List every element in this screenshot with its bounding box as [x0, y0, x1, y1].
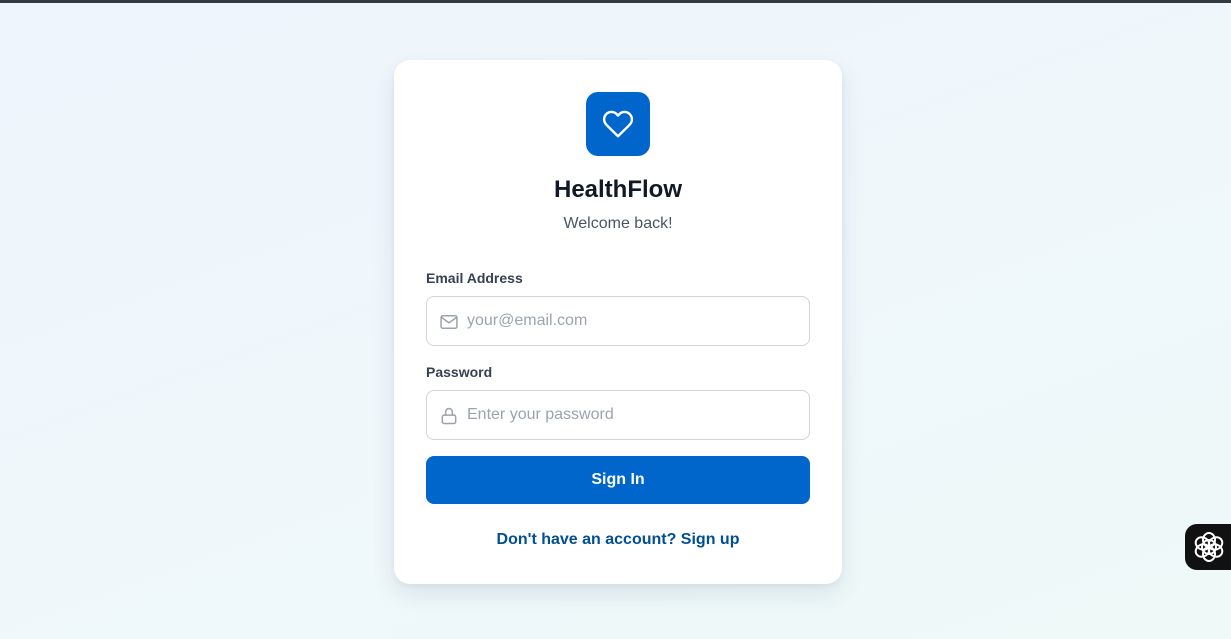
- sign-up-link[interactable]: Don't have an account? Sign up: [394, 531, 842, 549]
- floating-assistant-button[interactable]: [1185, 524, 1231, 570]
- heart-icon: [602, 110, 634, 138]
- assistant-flower-icon: [1194, 532, 1224, 562]
- mail-icon: [440, 315, 458, 329]
- app-logo: [586, 92, 650, 156]
- sign-in-button[interactable]: Sign In: [426, 456, 810, 504]
- email-label: Email Address: [426, 270, 523, 286]
- password-label: Password: [426, 364, 493, 380]
- lock-icon: [441, 407, 457, 425]
- login-card: HealthFlow Welcome back! Email Address P…: [394, 60, 842, 584]
- email-field[interactable]: [426, 296, 810, 346]
- app-title: HealthFlow: [553, 176, 682, 203]
- window-top-border: [0, 0, 1231, 3]
- password-field[interactable]: [426, 390, 810, 440]
- email-input[interactable]: [467, 297, 803, 345]
- password-input[interactable]: [467, 391, 803, 439]
- welcome-subtitle: Welcome back!: [563, 215, 673, 232]
